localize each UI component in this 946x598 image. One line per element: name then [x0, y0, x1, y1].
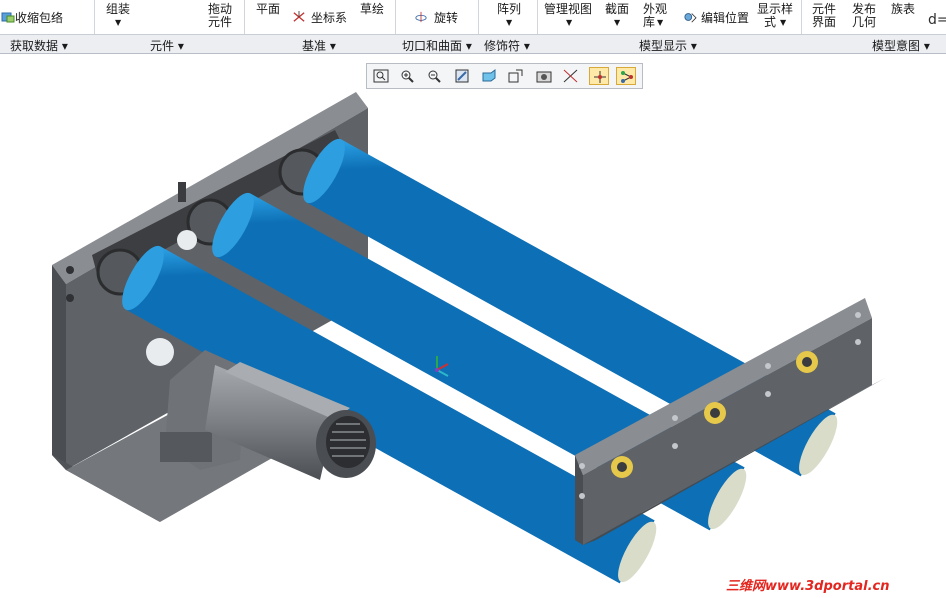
group-model-intent[interactable]: 模型意图 ▾	[872, 37, 930, 54]
coord-sys-icon	[293, 11, 305, 22]
spin-center-icon	[594, 71, 606, 83]
assemble-dropdown-arrow[interactable]: ▼	[115, 16, 121, 29]
saved-orientations-icon	[508, 69, 523, 83]
group-label: 模型意图	[872, 39, 921, 53]
edit-position-button[interactable]: 编辑位置	[701, 12, 749, 25]
publish-geometry-button-line2[interactable]: 几何	[852, 16, 876, 29]
plane-button[interactable]: 平面	[256, 3, 280, 16]
manage-views-dropdown-arrow[interactable]: ▼	[566, 16, 572, 29]
parameters-button[interactable]: d=	[928, 13, 946, 27]
group-label: 获取数据	[10, 39, 59, 53]
repaint-button[interactable]	[452, 67, 472, 85]
group-datum[interactable]: 基准 ▾	[302, 37, 336, 54]
manage-views-button[interactable]: 管理视图	[544, 3, 592, 16]
datum-display-button[interactable]	[561, 67, 581, 85]
zoom-out-icon	[428, 70, 441, 83]
drag-components-button-line2[interactable]: 元件	[208, 16, 232, 29]
family-table-button[interactable]: 族表	[891, 3, 915, 16]
revolve-button[interactable]: 旋转	[434, 12, 458, 25]
graphics-toolbar	[366, 63, 643, 89]
appearance-dropdown-arrow[interactable]: ▼	[657, 16, 663, 29]
section-button[interactable]: 截面	[605, 3, 629, 16]
zoom-in-icon	[401, 70, 414, 83]
coord-sys-button[interactable]: 坐标系	[311, 12, 347, 25]
conveyor-model[interactable]	[0, 54, 946, 598]
group-components[interactable]: 元件 ▾	[150, 37, 184, 54]
group-get-data[interactable]: 获取数据 ▾	[10, 37, 68, 54]
appearance-library-button-line2[interactable]: 库	[643, 16, 655, 29]
watermark-text: 三维网www.3dportal.cn	[726, 579, 890, 594]
section-dropdown-arrow[interactable]: ▼	[614, 16, 620, 29]
group-label: 元件	[150, 39, 175, 53]
zoom-in-button[interactable]	[398, 67, 418, 85]
pattern-button[interactable]: 阵列	[497, 3, 521, 16]
group-modifiers[interactable]: 修饰符 ▾	[484, 37, 530, 54]
assemble-button[interactable]: 组装	[106, 3, 130, 16]
shrinkwrap-icon	[1, 12, 15, 23]
group-cut-surface[interactable]: 切口和曲面 ▾	[402, 37, 472, 54]
component-interface-button-line2[interactable]: 界面	[812, 16, 836, 29]
ribbon: 收缩包络 组装 ▼ 拖动 元件 平面 坐标系 草绘 旋转 阵列 ▼ 管理视图 ▼…	[0, 0, 946, 34]
refit-button[interactable]	[371, 67, 391, 85]
annotation-display-button[interactable]	[616, 67, 636, 85]
display-style-button-line2[interactable]: 式	[764, 16, 776, 29]
zoom-out-button[interactable]	[425, 67, 445, 85]
annotation-display-icon	[621, 71, 633, 83]
datum-display-icon	[563, 69, 578, 83]
sketch-button[interactable]: 草绘	[360, 3, 384, 16]
display-style-icon	[482, 69, 496, 82]
display-style-button[interactable]	[479, 67, 499, 85]
ribbon-group-labels: 获取数据 ▾ 元件 ▾ 基准 ▾ 切口和曲面 ▾ 修饰符 ▾ 模型显示 ▾ 模型…	[0, 34, 946, 54]
group-label: 修饰符	[484, 39, 521, 53]
spin-center-button[interactable]	[589, 67, 609, 85]
group-label: 模型显示	[639, 39, 688, 53]
edit-position-icon	[684, 13, 697, 23]
saved-orientations-button[interactable]	[506, 67, 526, 85]
graphics-window[interactable]	[0, 54, 946, 598]
view-manager-icon	[536, 71, 552, 83]
refit-icon	[373, 69, 389, 83]
group-label: 切口和曲面	[402, 39, 463, 53]
revolve-icon	[415, 11, 427, 23]
repaint-icon	[455, 69, 469, 83]
view-manager-button[interactable]	[534, 67, 554, 85]
shrinkwrap-button[interactable]: 收缩包络	[15, 12, 63, 25]
display-style-dropdown-arrow[interactable]: ▼	[780, 16, 786, 29]
group-label: 基准	[302, 39, 327, 53]
pattern-dropdown-arrow[interactable]: ▼	[506, 16, 512, 29]
group-model-display[interactable]: 模型显示 ▾	[639, 37, 697, 54]
